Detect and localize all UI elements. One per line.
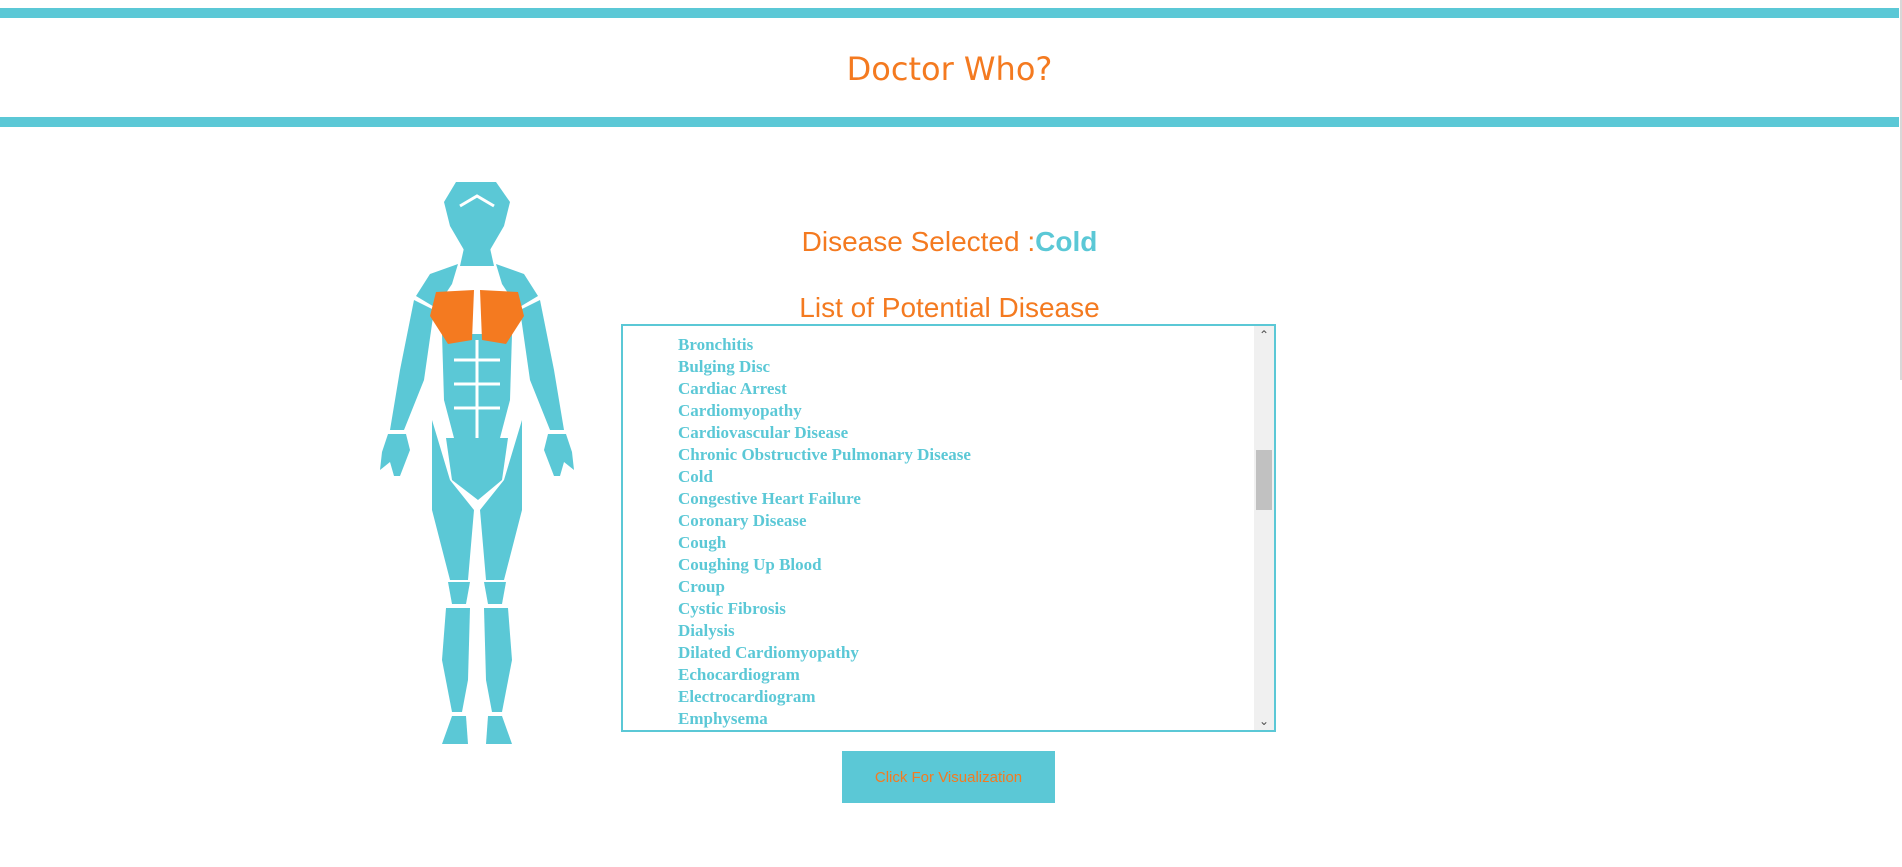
list-item[interactable]: Dialysis xyxy=(678,620,1274,642)
list-item[interactable]: Echocardiogram xyxy=(678,664,1274,686)
list-item[interactable]: Cough xyxy=(678,532,1274,554)
disease-selected-label: Disease Selected :Cold xyxy=(0,226,1899,258)
list-item[interactable]: Bulging Disc xyxy=(678,356,1274,378)
right-shin[interactable] xyxy=(484,608,512,712)
list-item[interactable]: Coughing Up Blood xyxy=(678,554,1274,576)
disease-selected-prefix: Disease Selected : xyxy=(801,226,1036,257)
body-figure[interactable] xyxy=(360,180,600,746)
list-item[interactable]: Coronary Disease xyxy=(678,510,1274,532)
left-hand[interactable] xyxy=(380,434,410,476)
disease-selected-value: Cold xyxy=(1035,226,1098,257)
list-item[interactable]: Dilated Cardiomyopathy xyxy=(678,642,1274,664)
header-top-bar xyxy=(0,8,1899,18)
left-knee[interactable] xyxy=(448,582,470,604)
right-hand[interactable] xyxy=(544,434,574,476)
list-item[interactable]: Bronchitis xyxy=(678,334,1274,356)
listbox-scrollbar[interactable]: ⌃ ⌄ xyxy=(1254,326,1274,730)
page-title: Doctor Who? xyxy=(846,50,1053,88)
chevron-up-icon[interactable]: ⌃ xyxy=(1254,326,1274,344)
list-item[interactable]: Emphysema xyxy=(678,708,1274,730)
list-item[interactable]: Cardiomyopathy xyxy=(678,400,1274,422)
disease-items: Bronchitis Bulging Disc Cardiac Arrest Card… xyxy=(623,326,1274,730)
right-foot[interactable] xyxy=(486,716,512,744)
left-shin[interactable] xyxy=(442,608,470,712)
list-item[interactable]: Electrocardiogram xyxy=(678,686,1274,708)
header-bottom-bar xyxy=(0,117,1899,127)
disease-listbox[interactable]: Bronchitis Bulging Disc Cardiac Arrest Card… xyxy=(621,324,1276,732)
list-item[interactable]: Croup xyxy=(678,576,1274,598)
list-item[interactable]: Congestive Heart Failure xyxy=(678,488,1274,510)
left-foot[interactable] xyxy=(442,716,468,744)
chevron-down-icon[interactable]: ⌄ xyxy=(1254,712,1274,730)
visualization-button[interactable]: Click For Visualization xyxy=(842,751,1055,803)
list-item[interactable]: Cold xyxy=(678,466,1274,488)
list-heading: List of Potential Disease xyxy=(799,292,1100,323)
scrollbar-thumb[interactable] xyxy=(1256,450,1272,510)
list-item[interactable]: Cystic Fibrosis xyxy=(678,598,1274,620)
list-item[interactable]: Cardiac Arrest xyxy=(678,378,1274,400)
list-item[interactable]: Cardiovascular Disease xyxy=(678,422,1274,444)
list-item[interactable]: Chronic Obstructive Pulmonary Disease xyxy=(678,444,1274,466)
right-knee[interactable] xyxy=(484,582,506,604)
